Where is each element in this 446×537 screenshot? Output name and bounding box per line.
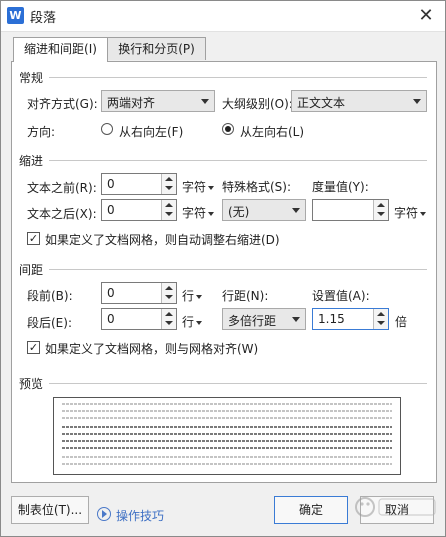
measure-unit[interactable]: 字符 <box>394 204 427 221</box>
chevron-down-icon <box>201 99 209 104</box>
spin-down-icon <box>377 321 385 325</box>
preview-heading: 预览 <box>19 377 44 391</box>
wps-writer-icon: W <box>7 7 24 24</box>
divider <box>49 77 427 78</box>
tab-stops-button[interactable]: 制表位(T)... <box>11 496 89 524</box>
spinner-buttons[interactable] <box>373 200 388 220</box>
paragraph-preview <box>53 397 401 475</box>
indent-before-value: 0 <box>107 177 115 191</box>
caret-down-icon <box>208 185 215 190</box>
play-circle-icon[interactable] <box>97 507 111 521</box>
spacing-after-input[interactable]: 0 <box>101 308 177 330</box>
auto-adjust-label[interactable]: 如果定义了文档网格，则自动调整右缩进(D) <box>45 231 280 248</box>
measure-input[interactable] <box>312 199 389 221</box>
preview-lines-graphic <box>62 403 392 465</box>
special-format-select[interactable]: (无) <box>222 199 306 221</box>
measure-label: 度量值(Y): <box>312 180 369 194</box>
spin-down-icon <box>165 186 173 190</box>
divider <box>49 160 427 161</box>
tab-indent-spacing[interactable]: 缩进和间距(I) <box>13 37 108 62</box>
alignment-label: 对齐方式(G): <box>27 97 98 111</box>
caret-down-icon <box>196 320 203 325</box>
spinner-buttons[interactable] <box>161 174 176 194</box>
caret-down-icon <box>420 211 427 216</box>
spin-up-icon <box>165 312 173 316</box>
indent-before-input[interactable]: 0 <box>101 173 177 195</box>
spin-up-icon <box>165 203 173 207</box>
setting-value-label: 设置值(A): <box>312 289 370 303</box>
outline-level-select[interactable]: 正文文本 <box>291 90 427 112</box>
direction-ltr-radio[interactable] <box>222 123 234 135</box>
spacing-heading: 间距 <box>19 263 44 277</box>
outline-level-value: 正文文本 <box>297 96 346 110</box>
dialog-title: 段落 <box>30 11 57 26</box>
chevron-down-icon <box>413 99 421 104</box>
spacing-before-value: 0 <box>107 286 115 300</box>
line-spacing-value: 多倍行距 <box>228 314 277 328</box>
spacing-after-label: 段后(E): <box>27 316 72 330</box>
indent-before-unit[interactable]: 字符 <box>182 178 215 195</box>
direction-rtl-label[interactable]: 从右向左(F) <box>119 123 183 140</box>
grid-align-checkbox[interactable]: ✓ <box>27 341 40 354</box>
outline-level-label: 大纲级别(O): <box>222 97 293 111</box>
close-icon[interactable]: ✕ <box>415 5 437 27</box>
tips-link[interactable]: 操作技巧 <box>116 507 164 524</box>
alignment-select[interactable]: 两端对齐 <box>101 90 215 112</box>
direction-rtl-radio[interactable] <box>101 123 113 135</box>
divider <box>49 383 427 384</box>
baidu-jingyan-watermark <box>355 497 436 517</box>
spacing-before-unit[interactable]: 行 <box>182 287 203 304</box>
special-format-label: 特殊格式(S): <box>222 180 292 194</box>
auto-adjust-checkbox[interactable]: ✓ <box>27 232 40 245</box>
setting-value: 1.15 <box>318 312 345 326</box>
direction-ltr-label[interactable]: 从左向右(L) <box>240 123 304 140</box>
spin-up-icon <box>377 312 385 316</box>
spin-down-icon <box>377 212 385 216</box>
spin-down-icon <box>165 321 173 325</box>
spacing-before-input[interactable]: 0 <box>101 282 177 304</box>
indent-heading: 缩进 <box>19 154 44 168</box>
general-heading: 常规 <box>19 71 44 85</box>
title-bar: W 段落 ✕ <box>1 1 445 32</box>
divider <box>49 269 427 270</box>
indent-after-value: 0 <box>107 203 115 217</box>
indent-after-unit[interactable]: 字符 <box>182 204 215 221</box>
alignment-value: 两端对齐 <box>107 96 156 110</box>
indent-after-input[interactable]: 0 <box>101 199 177 221</box>
special-format-value: (无) <box>228 205 250 219</box>
spin-up-icon <box>165 286 173 290</box>
indent-after-label: 文本之后(X): <box>27 207 97 221</box>
grid-align-label[interactable]: 如果定义了文档网格，则与网格对齐(W) <box>45 340 258 357</box>
spin-up-icon <box>165 177 173 181</box>
ok-button[interactable]: 确定 <box>274 496 348 524</box>
spin-down-icon <box>165 212 173 216</box>
spinner-buttons[interactable] <box>373 309 388 329</box>
spin-down-icon <box>165 295 173 299</box>
chevron-down-icon <box>292 208 300 213</box>
setting-value-unit: 倍 <box>395 315 408 329</box>
caret-down-icon <box>208 211 215 216</box>
spin-up-icon <box>377 203 385 207</box>
chevron-down-icon <box>292 317 300 322</box>
line-spacing-select[interactable]: 多倍行距 <box>222 308 306 330</box>
spacing-after-unit[interactable]: 行 <box>182 313 203 330</box>
spinner-buttons[interactable] <box>161 283 176 303</box>
caret-down-icon <box>196 294 203 299</box>
direction-label: 方向: <box>27 125 56 139</box>
spacing-before-label: 段前(B): <box>27 289 73 303</box>
indent-before-label: 文本之前(R): <box>27 181 97 195</box>
spacing-after-value: 0 <box>107 312 115 326</box>
spinner-buttons[interactable] <box>161 309 176 329</box>
tab-line-page-breaks[interactable]: 换行和分页(P) <box>107 37 206 60</box>
line-spacing-label: 行距(N): <box>222 289 269 303</box>
spinner-buttons[interactable] <box>161 200 176 220</box>
setting-value-input[interactable]: 1.15 <box>312 308 389 330</box>
paragraph-dialog: W 段落 ✕ 缩进和间距(I) 换行和分页(P) 常规 对齐方式(G): 两端对… <box>0 0 446 537</box>
